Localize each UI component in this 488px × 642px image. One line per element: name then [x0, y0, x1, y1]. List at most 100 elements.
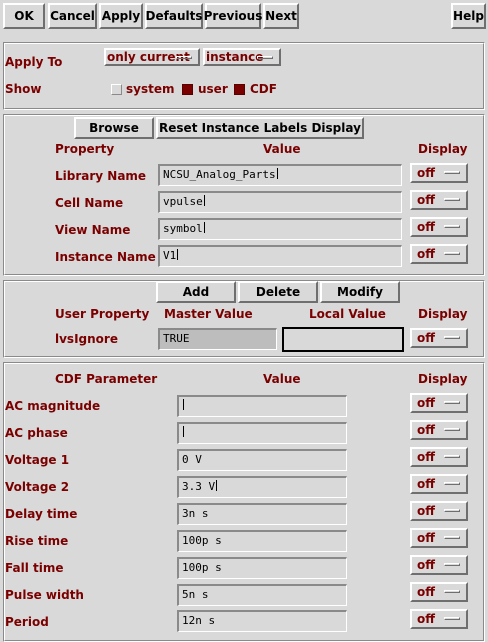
instance-name-field[interactable]: V1 — [158, 245, 402, 267]
display-value: off — [417, 612, 435, 626]
pulse-width-display-toggle[interactable]: off — [410, 582, 468, 602]
voltage-1-label: Voltage 1 — [5, 453, 70, 467]
display-value: off — [417, 396, 435, 410]
display-value: off — [417, 220, 435, 234]
voltage-2-label: Voltage 2 — [5, 480, 70, 494]
apply-button[interactable]: Apply — [99, 3, 143, 29]
previous-button[interactable]: Previous — [204, 3, 262, 29]
period-display-toggle[interactable]: off — [410, 609, 468, 629]
display-value: off — [417, 531, 435, 545]
voltage-1-field[interactable]: 0 V — [177, 449, 347, 471]
lvsignore-label: lvsIgnore — [55, 332, 118, 346]
display-value: off — [417, 166, 435, 180]
fall-time-label: Fall time — [5, 561, 64, 575]
fall-time-field[interactable]: 100p s — [177, 557, 347, 579]
value-header: Value — [263, 142, 301, 156]
lvsignore-local-value-field[interactable] — [282, 327, 404, 352]
ac-phase-label: AC phase — [5, 426, 68, 440]
display-value: off — [417, 450, 435, 464]
property-header: Property — [55, 142, 115, 156]
cell-name-display-toggle[interactable]: off — [410, 190, 468, 210]
view-name-value: symbol — [163, 222, 203, 235]
voltage-2-field[interactable]: 3.3 V — [177, 476, 347, 498]
display-header: Display — [418, 142, 468, 156]
voltage-2-value: 3.3 V — [182, 480, 216, 493]
lvsignore-master-text: TRUE — [163, 332, 190, 345]
ok-button[interactable]: OK — [3, 3, 45, 29]
help-button[interactable]: Help — [451, 3, 486, 29]
show-user-checkbox[interactable] — [182, 84, 193, 95]
lvsignore-display-toggle[interactable]: off — [410, 328, 468, 348]
instance-name-label: Instance Name — [55, 250, 156, 264]
option-menu-icon — [444, 590, 460, 593]
option-menu-icon — [444, 563, 460, 566]
option-menu-icon — [444, 617, 460, 620]
cell-name-field[interactable]: vpulse — [158, 191, 402, 213]
option-menu-icon — [444, 198, 460, 201]
next-button[interactable]: Next — [263, 3, 299, 29]
apply-to-label: Apply To — [5, 55, 63, 69]
cell-name-label: Cell Name — [55, 196, 124, 210]
option-menu-icon — [257, 56, 273, 59]
option-menu-icon — [444, 336, 460, 339]
delete-button[interactable]: Delete — [238, 281, 318, 303]
display-value: off — [417, 331, 435, 345]
pulse-width-value: 5n s — [182, 588, 209, 601]
instance-name-display-toggle[interactable]: off — [410, 244, 468, 264]
library-name-display-toggle[interactable]: off — [410, 163, 468, 183]
reset-labels-button[interactable]: Reset Instance Labels Display — [156, 117, 364, 139]
display-value: off — [417, 558, 435, 572]
option-menu-icon — [444, 171, 460, 174]
option-menu-icon — [444, 401, 460, 404]
voltage-1-value: 0 V — [182, 453, 202, 466]
apply-to-target-value: instance — [206, 50, 264, 64]
show-label: Show — [5, 82, 42, 96]
period-value: 12n s — [182, 614, 216, 627]
master-value-header: Master Value — [164, 307, 253, 321]
pulse-width-field[interactable]: 5n s — [177, 584, 347, 606]
view-name-field[interactable]: symbol — [158, 218, 402, 240]
display-value: off — [417, 247, 435, 261]
library-name-label: Library Name — [55, 169, 147, 183]
defaults-button[interactable]: Defaults — [145, 3, 203, 29]
display-value: off — [417, 477, 435, 491]
ac-magnitude-display-toggle[interactable]: off — [410, 393, 468, 413]
cancel-button[interactable]: Cancel — [48, 3, 97, 29]
lvsignore-master-value: TRUE — [158, 328, 277, 350]
browse-button[interactable]: Browse — [74, 117, 154, 139]
ac-phase-field[interactable] — [177, 422, 347, 444]
display-value: off — [417, 504, 435, 518]
delay-time-display-toggle[interactable]: off — [410, 501, 468, 521]
option-menu-icon — [176, 56, 192, 59]
period-field[interactable]: 12n s — [177, 610, 347, 632]
option-menu-icon — [444, 482, 460, 485]
period-label: Period — [5, 615, 49, 629]
delay-time-field[interactable]: 3n s — [177, 503, 347, 525]
modify-button[interactable]: Modify — [320, 281, 400, 303]
instance-name-value: V1 — [163, 249, 177, 262]
show-user-label: user — [198, 82, 228, 96]
voltage-2-display-toggle[interactable]: off — [410, 474, 468, 494]
fall-time-value: 100p s — [182, 561, 222, 574]
ac-magnitude-field[interactable] — [177, 395, 347, 417]
rise-time-display-toggle[interactable]: off — [410, 528, 468, 548]
add-button[interactable]: Add — [156, 281, 236, 303]
local-value-header: Local Value — [309, 307, 386, 321]
rise-time-field[interactable]: 100p s — [177, 530, 347, 552]
show-system-label: system — [126, 82, 175, 96]
view-name-display-toggle[interactable]: off — [410, 217, 468, 237]
ac-phase-display-toggle[interactable]: off — [410, 420, 468, 440]
cdf-value-header: Value — [263, 372, 301, 386]
fall-time-display-toggle[interactable]: off — [410, 555, 468, 575]
cdf-parameter-header: CDF Parameter — [55, 372, 158, 386]
library-name-field[interactable]: NCSU_Analog_Parts — [158, 164, 402, 186]
delay-time-value: 3n s — [182, 507, 209, 520]
voltage-1-display-toggle[interactable]: off — [410, 447, 468, 467]
apply-to-target-select[interactable]: instance — [203, 48, 281, 66]
option-menu-icon — [444, 252, 460, 255]
apply-to-scope-select[interactable]: only current — [104, 48, 200, 66]
option-menu-icon — [444, 509, 460, 512]
show-system-checkbox[interactable] — [111, 84, 122, 95]
delay-time-label: Delay time — [5, 507, 78, 521]
show-cdf-checkbox[interactable] — [234, 84, 245, 95]
